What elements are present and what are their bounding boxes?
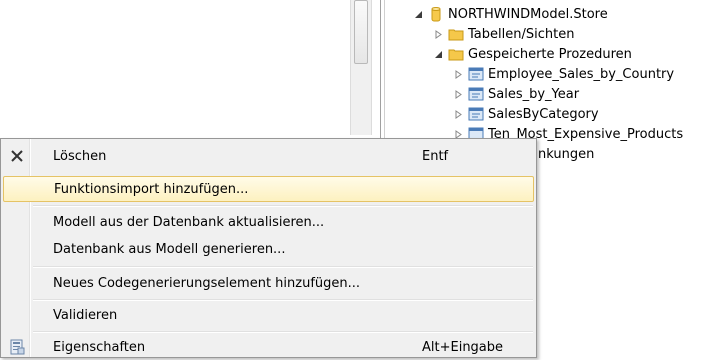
tree-item-sales-by-category[interactable]: SalesByCategory — [452, 104, 599, 124]
database-icon — [428, 6, 444, 22]
context-menu: Löschen Entf Funktionsimport hinzufügen.… — [0, 138, 537, 358]
tree-item-label: SalesByCategory — [488, 106, 599, 122]
menu-item-properties[interactable]: Eigenschaften Alt+Eingabe — [3, 334, 534, 360]
tree-item-tabellen-sichten[interactable]: Tabellen/Sichten — [432, 24, 574, 44]
menu-separator — [33, 299, 533, 301]
menu-separator — [33, 266, 533, 268]
tree-item-gespeicherte-prozeduren[interactable]: Gespeicherte Prozeduren — [432, 44, 632, 64]
menu-item-label: Validieren — [53, 307, 118, 323]
collapsed-arrow-icon[interactable] — [432, 28, 444, 40]
stored-procedure-icon — [468, 86, 484, 102]
vertical-scrollbar[interactable] — [350, 0, 372, 135]
tree-item-label: Sales_by_Year — [488, 86, 580, 102]
expanded-arrow-icon[interactable] — [412, 8, 424, 20]
menu-item-label: Modell aus der Datenbank aktualisieren..… — [53, 214, 325, 230]
collapsed-arrow-icon[interactable] — [452, 68, 464, 80]
collapsed-arrow-icon[interactable] — [452, 108, 464, 120]
tree-item-label: Employee_Sales_by_Country — [488, 66, 675, 82]
menu-item-shortcut: Alt+Eingabe — [422, 339, 504, 355]
menu-item-label: Datenbank aus Modell generieren... — [53, 241, 286, 257]
menu-separator — [33, 331, 533, 333]
menu-item-add-codegen[interactable]: Neues Codegenerierungselement hinzufügen… — [3, 270, 534, 296]
menu-item-validate[interactable]: Validieren — [3, 302, 534, 328]
menu-item-label: Löschen — [53, 148, 107, 164]
tree-item-employee-sales[interactable]: Employee_Sales_by_Country — [452, 64, 674, 84]
menu-item-label: Neues Codegenerierungselement hinzufügen… — [53, 275, 361, 291]
menu-item-add-function-import[interactable]: Funktionsimport hinzufügen... — [3, 176, 534, 202]
tree-item-sales-by-year[interactable]: Sales_by_Year — [452, 84, 579, 104]
tree-item-label: Gespeicherte Prozeduren — [468, 46, 632, 62]
folder-icon — [448, 26, 464, 42]
menu-item-update-model[interactable]: Modell aus der Datenbank aktualisieren..… — [3, 209, 534, 235]
delete-x-icon — [9, 148, 25, 164]
tree-item-label: änkungen — [530, 146, 595, 162]
tree-item-label: NORTHWINDModel.Store — [448, 6, 608, 22]
menu-item-generate-database[interactable]: Datenbank aus Modell generieren... — [3, 236, 534, 262]
stored-procedure-icon — [468, 106, 484, 122]
properties-icon — [9, 339, 25, 355]
tree-item-label: Tabellen/Sichten — [468, 26, 575, 42]
expanded-arrow-icon[interactable] — [432, 48, 444, 60]
menu-item-shortcut: Entf — [422, 148, 449, 164]
menu-item-label: Funktionsimport hinzufügen... — [54, 181, 249, 197]
collapsed-arrow-icon[interactable] — [452, 88, 464, 100]
menu-separator — [33, 205, 533, 207]
menu-item-delete[interactable]: Löschen Entf — [3, 143, 534, 169]
tree-item-northwind-store[interactable]: NORTHWINDModel.Store — [412, 4, 608, 24]
folder-open-icon — [448, 46, 464, 62]
scrollbar-thumb[interactable] — [354, 0, 368, 64]
menu-item-label: Eigenschaften — [53, 339, 146, 355]
stored-procedure-icon — [468, 66, 484, 82]
tree-item-einschraenkungen[interactable]: änkungen — [530, 144, 594, 164]
